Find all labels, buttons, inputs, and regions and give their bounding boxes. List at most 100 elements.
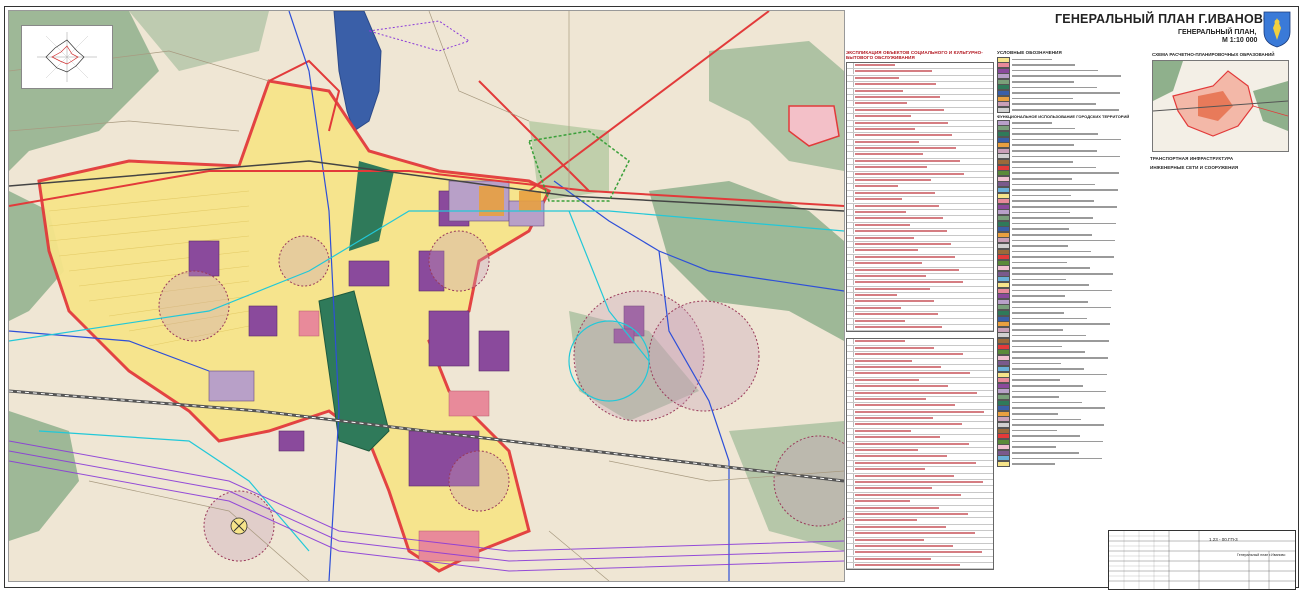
legend-item (997, 159, 1140, 165)
row-text-line (855, 359, 912, 362)
row-number-cell (847, 184, 854, 190)
explication-table: ЭКСПЛИКАЦИЯ ОБЪЕКТОВ СОЦИАЛЬНОГО И КУЛЬТ… (846, 50, 994, 571)
row-text-line (855, 353, 963, 356)
legend-item (997, 427, 1140, 434)
legend-item (997, 354, 1140, 361)
row-number-cell (847, 63, 854, 68)
row-number-cell (847, 312, 854, 318)
legend-label-line (1012, 233, 1092, 236)
legend-label-line (1012, 172, 1119, 174)
sheet-name: Генеральный план г.Иваново (1237, 553, 1286, 557)
transport-title: ТРАНСПОРТНАЯ ИНФРАСТРУКТУРА (1150, 156, 1234, 161)
row-text-line (855, 76, 899, 79)
legend-item (997, 399, 1140, 406)
row-number-cell (847, 448, 854, 454)
title-block-stamp: 1.23 - 00.ГП-3 Генеральный план г.Иванов… (1108, 530, 1296, 590)
legend-label-line (1012, 177, 1072, 180)
row-number-cell (847, 126, 854, 132)
legend-label-line (1012, 161, 1073, 163)
general-plan-sheet: ЭКСПЛИКАЦИЯ ОБЪЕКТОВ СОЦИАЛЬНОГО И КУЛЬТ… (0, 0, 1302, 590)
row-text-line (855, 397, 926, 400)
master-plan-map[interactable] (8, 10, 845, 582)
legend-item (997, 360, 1140, 367)
legend-item (997, 293, 1140, 300)
row-number-cell (847, 371, 854, 377)
row-number-cell (847, 339, 854, 345)
row-text-line (855, 423, 962, 426)
row-text-line (855, 159, 960, 162)
legend-item (997, 433, 1140, 440)
row-number-cell (847, 505, 854, 511)
legend-item (997, 349, 1140, 356)
legend-label-line (1012, 261, 1067, 264)
legend-label-line (1012, 329, 1063, 331)
row-text-line (855, 417, 933, 420)
row-number-cell (847, 550, 854, 556)
legend-label-line (1012, 412, 1058, 415)
legend-item (997, 310, 1140, 317)
row-number-cell (847, 273, 854, 279)
row-number-cell (847, 165, 854, 171)
legend-label-line (1012, 86, 1097, 89)
legend-label-line (1012, 239, 1115, 242)
legend-item (997, 287, 1140, 294)
row-text-line (855, 500, 910, 503)
row-text-line (855, 140, 919, 143)
legend-item (997, 315, 1140, 322)
row-number-cell (847, 94, 854, 100)
legend-label-line (1012, 150, 1097, 152)
row-text-line (855, 372, 970, 375)
legend-item (997, 393, 1140, 400)
legend-label-line (1012, 69, 1098, 72)
row-text-line (855, 468, 925, 471)
row-number-cell (847, 441, 854, 447)
legend-item (997, 365, 1140, 372)
row-number-cell (847, 248, 854, 254)
legend-item (997, 56, 1140, 63)
legend-item (997, 214, 1140, 221)
legend-item (997, 198, 1140, 205)
row-number-cell (847, 305, 854, 311)
legend-item (997, 455, 1140, 462)
scheme-title: СХЕМА РАСЧЕТНО-ПЛАНИРОВОЧНЫХ ОБРАЗОВАНИЙ (1152, 52, 1275, 57)
planning-scheme-inset (1152, 60, 1289, 152)
legend-item (997, 326, 1140, 333)
legend-label-line (1012, 407, 1105, 409)
row-number-cell (847, 524, 854, 530)
row-text-line (855, 153, 923, 156)
row-text-line (855, 294, 897, 297)
row-number-cell (847, 241, 854, 247)
row-number-cell (847, 467, 854, 473)
row-number-cell (847, 152, 854, 158)
legend-label-line (1012, 245, 1068, 247)
row-number-cell (847, 556, 854, 562)
legend-item (997, 388, 1140, 395)
map-canvas (9, 11, 844, 581)
legend-label-line (1012, 379, 1060, 381)
row-number-cell (847, 435, 854, 441)
legend-item (997, 270, 1140, 277)
row-number-cell (847, 531, 854, 537)
row-number-cell (847, 352, 854, 358)
legend-label-line (1012, 373, 1107, 376)
row-text-line (855, 230, 947, 233)
legend-label-line (1012, 92, 1120, 94)
row-text-line (855, 262, 922, 265)
legend-label-line (1012, 103, 1096, 106)
row-number-cell (847, 235, 854, 241)
row-number-cell (847, 120, 854, 126)
legend-item (997, 242, 1140, 249)
row-number-cell (847, 69, 854, 75)
row-number-cell (847, 216, 854, 222)
legend-item (997, 175, 1140, 182)
legend-item (997, 78, 1140, 85)
row-number-cell (847, 75, 854, 81)
legend-item (997, 192, 1140, 199)
legend-item (997, 119, 1140, 126)
row-number-cell (847, 416, 854, 422)
row-text-line (855, 410, 984, 413)
row-text-line (855, 236, 914, 239)
legend-label-line (1012, 306, 1111, 309)
legend-item (997, 131, 1140, 138)
row-number-cell (847, 499, 854, 505)
